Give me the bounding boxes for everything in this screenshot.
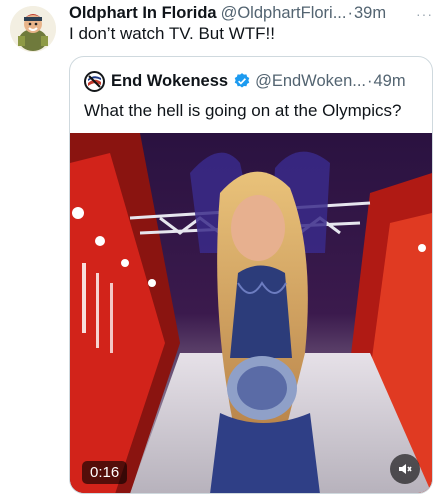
- header-separator: ·: [347, 4, 353, 22]
- tweet-header: Oldphart In Florida @OldphartFlori... · …: [69, 4, 417, 26]
- tweet-timestamp[interactable]: 39m: [354, 4, 386, 23]
- speaker-muted-icon[interactable]: [390, 454, 420, 484]
- video-player[interactable]: 0:16: [70, 133, 432, 493]
- quoted-author-handle[interactable]: @EndWoken...: [255, 72, 366, 91]
- quoted-tweet-card[interactable]: End Wokeness @EndWoken... · 49m What the…: [69, 56, 433, 494]
- video-frame: [70, 133, 432, 493]
- author-avatar[interactable]: [10, 6, 56, 52]
- quoted-timestamp[interactable]: 49m: [374, 72, 406, 91]
- more-options-icon[interactable]: ···: [416, 6, 433, 22]
- quoted-author-avatar[interactable]: [84, 70, 105, 92]
- quoted-header-separator: ·: [367, 71, 373, 90]
- video-duration: 0:16: [82, 461, 128, 484]
- quoted-tweet-text: What the hell is going on at the Olympic…: [84, 101, 402, 120]
- author-name[interactable]: Oldphart In Florida: [69, 4, 217, 23]
- verified-badge-icon: [234, 73, 250, 88]
- quoted-author-name[interactable]: End Wokeness: [111, 72, 228, 91]
- tweet-text: I don’t watch TV. But WTF!!: [69, 24, 275, 43]
- author-handle[interactable]: @OldphartFlori...: [221, 4, 347, 23]
- quoted-tweet-header: End Wokeness @EndWoken... · 49m: [84, 70, 422, 92]
